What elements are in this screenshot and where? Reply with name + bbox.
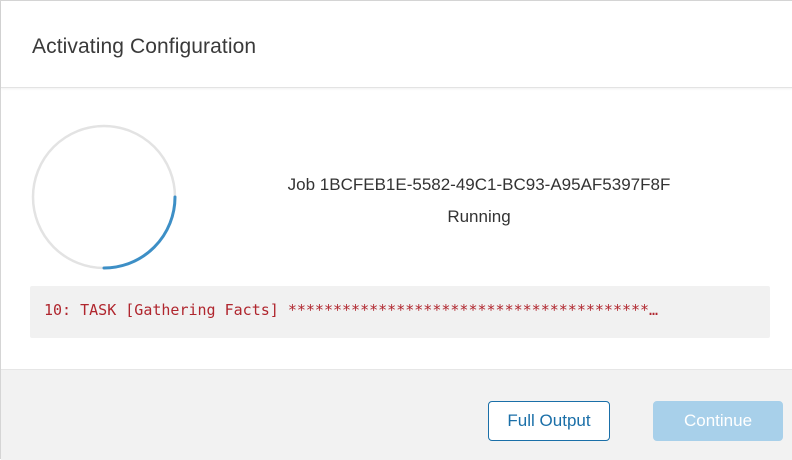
full-output-button[interactable]: Full Output — [488, 401, 610, 441]
dialog-footer: Full Output Continue — [1, 369, 792, 460]
continue-button[interactable]: Continue — [653, 401, 783, 441]
log-line: 10: TASK [Gathering Facts] *************… — [44, 301, 659, 319]
spinner-arc — [102, 195, 177, 270]
dialog-header: Activating Configuration — [1, 1, 792, 88]
dialog-title: Activating Configuration — [32, 35, 257, 58]
job-id-label: Job 1BCFEB1E-5582-49C1-BC93-A95AF5397F8F — [287, 175, 671, 194]
job-info: Job 1BCFEB1E-5582-49C1-BC93-A95AF5397F8F… — [201, 169, 757, 233]
log-output-box: 10: TASK [Gathering Facts] *************… — [30, 286, 770, 338]
activating-configuration-dialog: Activating Configuration Job 1BCFEB1E-55… — [0, 0, 792, 460]
job-status: Running — [447, 207, 511, 226]
spinner-icon — [31, 124, 177, 270]
dialog-body: Job 1BCFEB1E-5582-49C1-BC93-A95AF5397F8F… — [1, 89, 792, 369]
